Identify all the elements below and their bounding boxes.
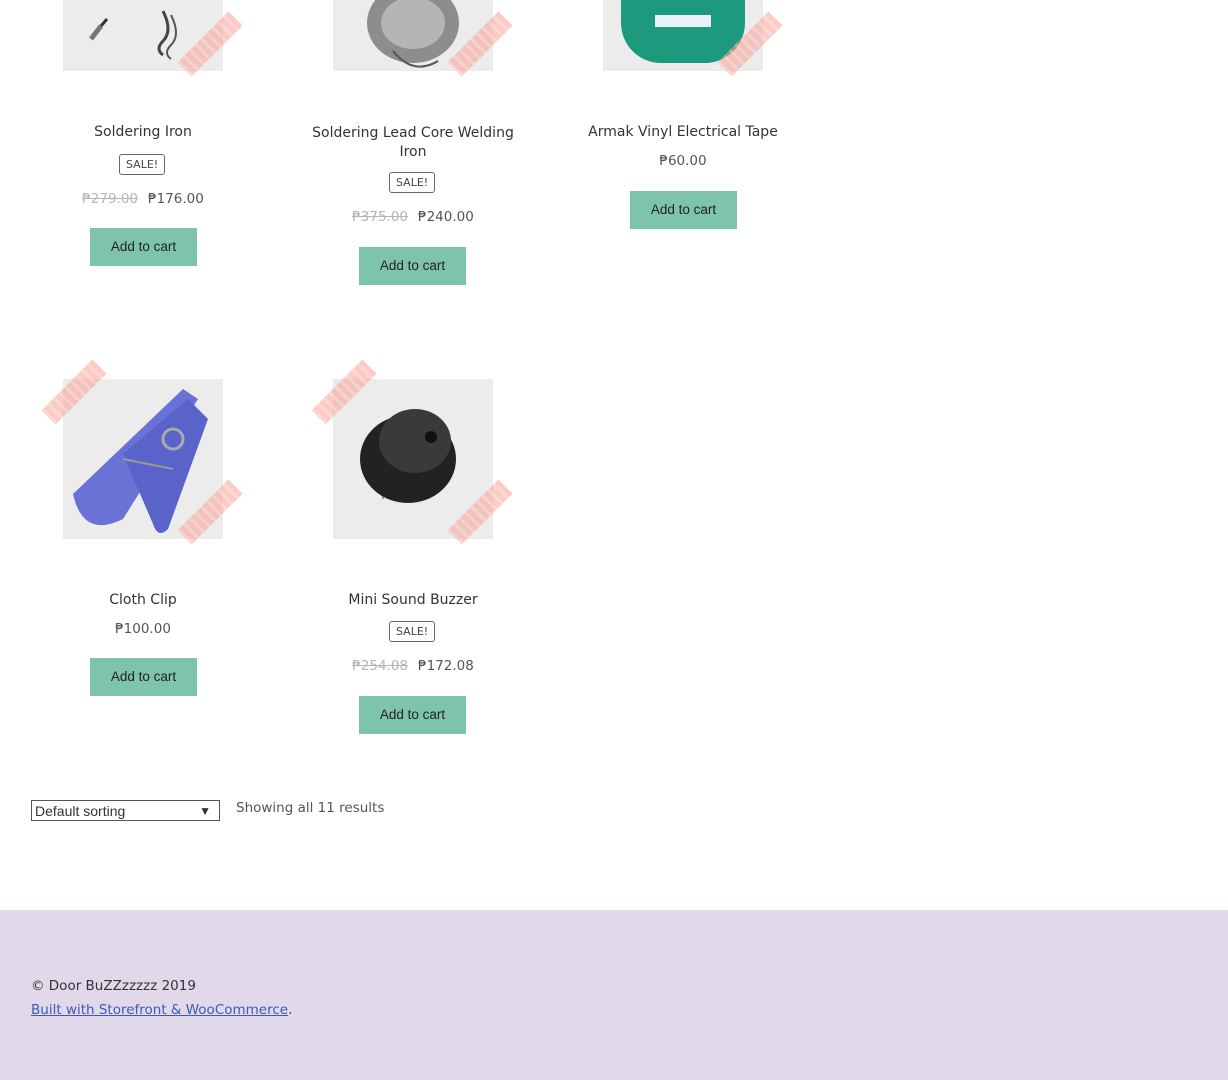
product-price: ₱279.00 ₱176.00 [43,191,243,207]
product-image-electrical-tape[interactable] [580,0,790,102]
add-to-cart-button[interactable]: Add to cart [630,191,737,229]
site-footer: © Door BuZZzzzzz 2019 Built with Storefr… [0,910,1228,1080]
sale-badge: SALE! [389,172,436,193]
product-image-cloth-clip[interactable] [40,359,250,570]
sorting-value: Default sorting [35,803,126,819]
add-to-cart-button[interactable]: Add to cart [90,658,197,696]
add-to-cart-button[interactable]: Add to cart [359,247,466,285]
result-count: Showing all 11 results [236,800,385,816]
copyright: © Door BuZZzzzzz 2019 [31,978,196,994]
sale-price: ₱176.00 [148,191,204,207]
product-price: ₱60.00 [583,153,783,169]
sale-price: ₱240.00 [418,209,474,225]
sale-badge: SALE! [119,154,166,175]
product-title[interactable]: Soldering Lead Core Welding Iron [308,124,518,162]
original-price: ₱254.08 [352,658,408,674]
credit-suffix: . [288,1002,293,1018]
add-to-cart-button[interactable]: Add to cart [359,696,466,734]
product-price: ₱254.08 ₱172.08 [313,658,513,674]
original-price: ₱279.00 [82,191,138,207]
product-image-solder-wire[interactable] [310,0,520,102]
product-image-soldering-iron[interactable] [40,0,250,102]
site-credit: Built with Storefront & WooCommerce. [31,1002,292,1018]
regular-price: ₱60.00 [659,153,707,169]
product-title[interactable]: Soldering Iron [43,124,243,140]
add-to-cart-button[interactable]: Add to cart [90,228,197,266]
original-price: ₱375.00 [352,209,408,225]
sale-price: ₱172.08 [418,658,474,674]
storefront-credit-link[interactable]: Built with Storefront & WooCommerce [31,1002,288,1018]
product-price: ₱375.00 ₱240.00 [313,209,513,225]
product-price: ₱100.00 [43,621,243,637]
sorting-select[interactable]: Default sorting ▼ [31,800,220,821]
product-title[interactable]: Mini Sound Buzzer [313,592,513,608]
product-title[interactable]: Cloth Clip [43,592,243,608]
dropdown-arrow-icon: ▼ [199,804,211,818]
regular-price: ₱100.00 [115,621,171,637]
sale-badge: SALE! [389,621,436,642]
product-image-buzzer[interactable] [310,359,520,570]
product-title[interactable]: Armak Vinyl Electrical Tape [573,124,793,140]
